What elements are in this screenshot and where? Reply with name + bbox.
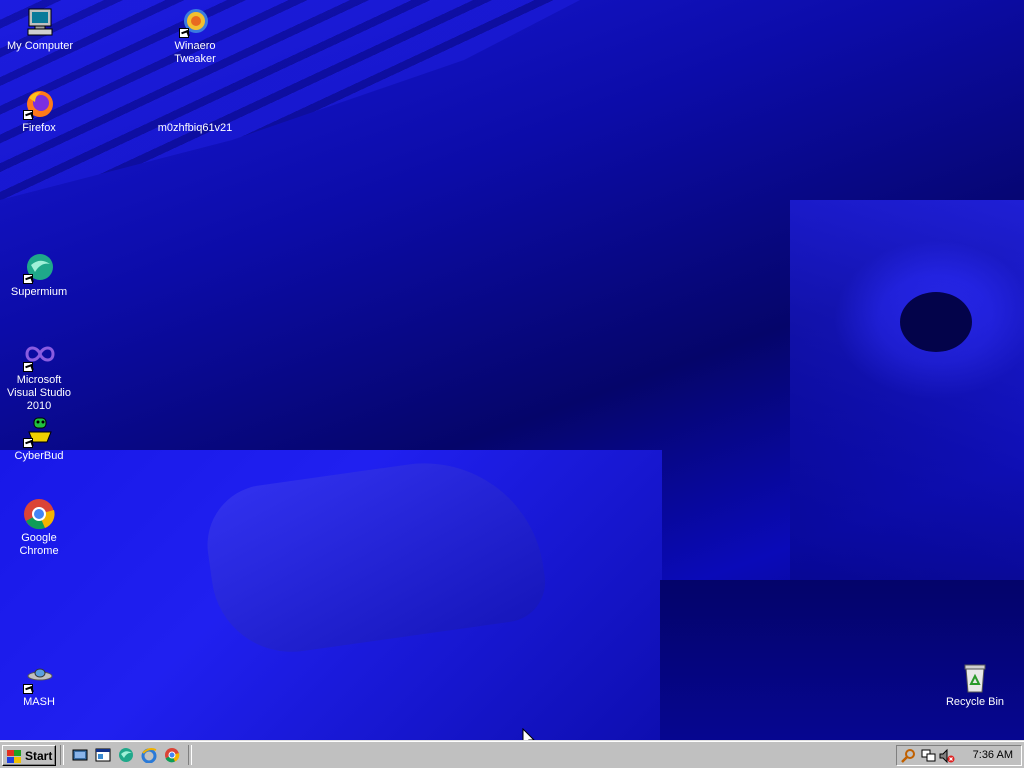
desktop-icon-supermium[interactable]: Supermium — [1, 252, 77, 299]
start-button[interactable]: Start — [2, 745, 56, 766]
start-label: Start — [25, 748, 53, 763]
shortcut-arrow-icon — [179, 28, 189, 38]
taskbar: Start 7:36 AM — [0, 740, 1024, 768]
desktop-icon-firefox[interactable]: Firefox — [1, 88, 77, 135]
icon-label: Recycle Bin — [945, 696, 1005, 708]
system-tray: 7:36 AM — [896, 745, 1022, 766]
search-icon[interactable] — [901, 748, 917, 764]
icon-label: Microsoft Visual Studio 2010 — [6, 374, 71, 412]
shortcut-arrow-icon — [23, 438, 33, 448]
icon-label: CyberBud — [14, 450, 64, 462]
recycle-bin-icon — [959, 662, 991, 694]
shortcut-arrow-icon — [23, 684, 33, 694]
taskbar-separator — [60, 745, 64, 765]
shortcut-arrow-icon — [23, 362, 33, 372]
desktop-icon-google-chrome[interactable]: Google Chrome — [1, 498, 77, 558]
windows-logo-icon — [6, 749, 22, 763]
supermium-icon[interactable] — [118, 747, 134, 763]
winaero-tweaker-icon — [179, 6, 211, 38]
chrome-icon[interactable] — [164, 747, 180, 763]
desktop-icon-my-computer[interactable]: My Computer — [2, 6, 78, 53]
desktop-icon-mash[interactable]: MASH — [1, 662, 77, 709]
wallpaper-keyboard-photo — [0, 0, 580, 200]
blank-file-icon — [179, 88, 211, 120]
volume-muted-icon[interactable] — [939, 748, 955, 764]
wallpaper-cd-photo — [790, 200, 1024, 580]
icon-label: MASH — [23, 696, 55, 708]
shortcut-arrow-icon — [23, 110, 33, 120]
supermium-icon — [23, 252, 55, 284]
wallpaper-dark-region — [660, 580, 1024, 740]
mash-icon — [23, 662, 55, 694]
internet-explorer-icon[interactable] — [141, 747, 157, 763]
desktop-icon-recycle-bin[interactable]: Recycle Bin — [937, 662, 1013, 709]
desktop-wallpaper — [0, 0, 1024, 740]
cyberbud-icon — [23, 416, 55, 448]
show-desktop-icon[interactable] — [72, 747, 88, 763]
taskbar-clock[interactable]: 7:36 AM — [973, 749, 1013, 761]
network-icon[interactable] — [921, 748, 937, 764]
shortcut-arrow-icon — [23, 274, 33, 284]
taskbar-separator — [188, 745, 192, 765]
desktop-icon-cyberbud[interactable]: CyberBud — [1, 416, 77, 463]
desktop-icon-winaero-tweaker[interactable]: Winaero Tweaker — [157, 6, 233, 66]
icon-label: Supermium — [10, 286, 68, 298]
chrome-icon — [23, 498, 55, 530]
firefox-icon — [23, 88, 55, 120]
wallpaper-cd-hole — [900, 292, 972, 352]
my-computer-icon — [24, 6, 56, 38]
desktop-icon-visual-studio[interactable]: Microsoft Visual Studio 2010 — [1, 340, 77, 413]
icon-label: My Computer — [6, 40, 74, 52]
icon-label: Google Chrome — [19, 532, 59, 557]
desktop-icon-file[interactable]: m0zhfbiq61v21 — [157, 88, 233, 135]
icon-label: m0zhfbiq61v21 — [157, 122, 233, 134]
icon-label: Winaero Tweaker — [174, 40, 216, 65]
explorer-icon[interactable] — [95, 747, 111, 763]
visual-studio-icon — [23, 340, 55, 372]
icon-label: Firefox — [22, 122, 56, 134]
